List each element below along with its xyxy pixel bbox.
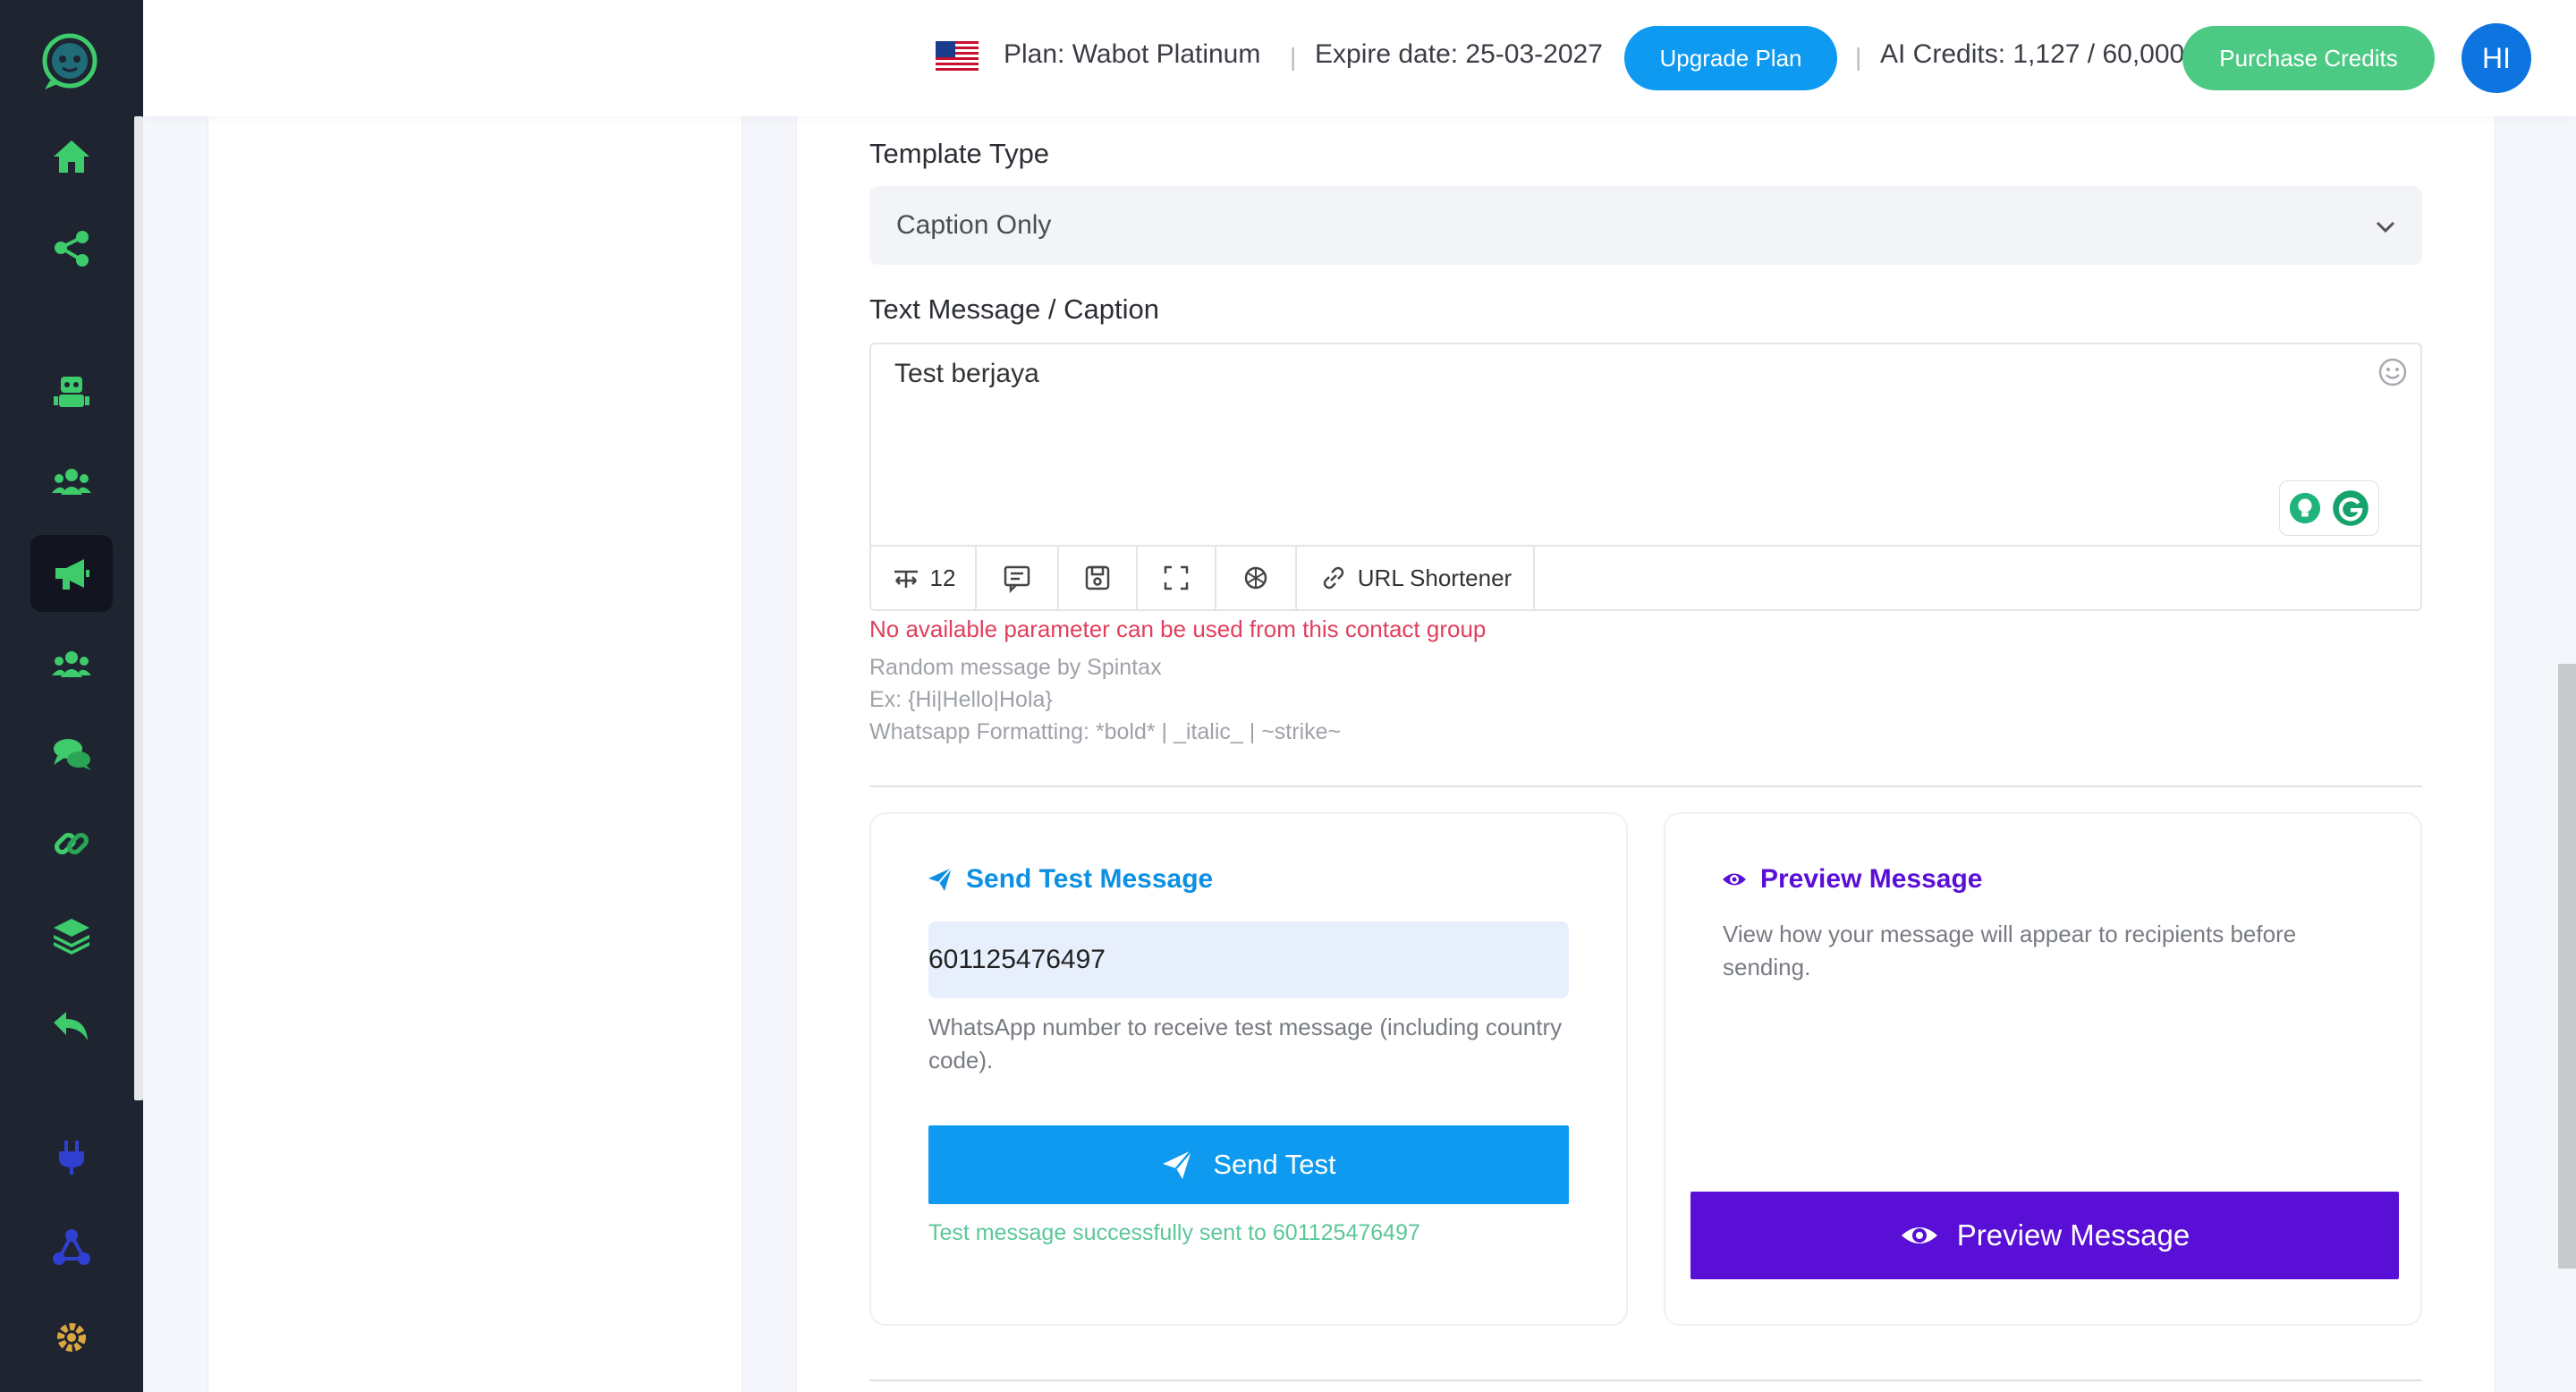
upgrade-plan-button[interactable]: Upgrade Plan (1624, 26, 1837, 90)
paper-plane-icon (928, 867, 953, 891)
comment-icon (1004, 565, 1030, 593)
layers-icon (54, 919, 89, 955)
ai-credits-label: AI Credits: 1,127 / 60,000 (1880, 39, 2185, 69)
sidebar-item-network[interactable] (30, 1210, 113, 1286)
fullscreen-tool-button[interactable] (1138, 547, 1216, 609)
sidebar-item-integrations[interactable] (30, 1118, 113, 1195)
character-counter[interactable]: 12 (871, 547, 977, 609)
chat-icon (54, 739, 91, 770)
sidebar-scrollbar[interactable] (134, 116, 143, 1100)
save-icon (1085, 565, 1110, 590)
eye-icon (1723, 873, 1746, 886)
sidebar-item-share[interactable] (30, 209, 113, 286)
parameter-error-text: No available parameter can be used from … (869, 615, 1487, 642)
left-panel (208, 81, 742, 1392)
send-test-button[interactable]: Send Test (928, 1125, 1569, 1204)
sidebar-item-links[interactable] (30, 805, 113, 882)
sidebar-item-home[interactable] (30, 118, 113, 195)
spintax-hint: Random message by Spintax (869, 655, 1162, 680)
fullscreen-icon (1164, 565, 1189, 590)
sidebar-item-chat[interactable] (30, 716, 113, 793)
spacing-icon (894, 570, 918, 588)
sidebar (0, 0, 143, 1392)
caption-textarea[interactable]: Test berjaya 12 URL Shortener (869, 343, 2422, 611)
home-icon (54, 140, 89, 173)
header-separator: | (1290, 43, 1297, 71)
megaphone-icon (55, 559, 89, 590)
counter-value: 12 (929, 564, 956, 591)
user-avatar[interactable]: HI (2462, 23, 2531, 93)
network-icon (53, 1229, 90, 1265)
lightbulb-icon (2290, 492, 2321, 524)
share-icon (55, 231, 89, 267)
users-icon (52, 469, 91, 495)
contacts-icon (52, 651, 91, 677)
test-phone-help: WhatsApp number to receive test message … (928, 1014, 1563, 1074)
link-icon (1323, 566, 1343, 590)
spintax-example: Ex: {Hi|Hello|Hola} (869, 687, 1053, 712)
ai-tool-button[interactable] (1216, 547, 1297, 609)
test-phone-value: 601125476497 (928, 945, 1106, 974)
preview-title: Preview Message (1721, 864, 1982, 895)
purchase-credits-button[interactable]: Purchase Credits (2182, 26, 2435, 90)
send-test-card: Send Test Message 601125476497 WhatsApp … (869, 812, 1628, 1326)
robot-icon (54, 377, 89, 407)
sidebar-item-autoreply[interactable] (30, 988, 113, 1065)
us-flag-icon[interactable] (936, 41, 979, 73)
grammarly-widget[interactable] (2279, 480, 2379, 536)
sidebar-item-templates[interactable] (30, 896, 113, 973)
save-tool-button[interactable] (1059, 547, 1138, 609)
url-shortener-label: URL Shortener (1357, 564, 1513, 591)
emoji-icon[interactable] (2377, 357, 2408, 387)
grammarly-icon (2332, 490, 2368, 526)
preview-description: View how your message will appear to rec… (1723, 921, 2297, 980)
chevron-down-icon (2376, 221, 2395, 233)
url-shortener-button[interactable]: URL Shortener (1297, 547, 1535, 609)
top-header: Plan: Wabot Platinum | Expire date: 25-0… (143, 0, 2576, 116)
eye-icon (1901, 1227, 1937, 1243)
page-scrollbar[interactable] (2558, 664, 2576, 1269)
preview-message-button[interactable]: Preview Message (1690, 1192, 2399, 1279)
send-success-text: Test message successfully sent to 601125… (928, 1220, 1420, 1245)
comment-tool-button[interactable] (977, 547, 1059, 609)
sidebar-item-bots[interactable] (30, 352, 113, 429)
sidebar-item-broadcast[interactable] (30, 535, 113, 612)
caption-toolbar: 12 URL Shortener (871, 545, 2420, 609)
section-divider (869, 1379, 2422, 1381)
plug-icon (59, 1141, 84, 1175)
template-type-value: Caption Only (896, 210, 1052, 240)
template-type-label: Template Type (869, 138, 1050, 169)
test-phone-input[interactable]: 601125476497 (928, 921, 1569, 998)
sidebar-item-contacts[interactable] (30, 626, 113, 703)
gear-icon (57, 1323, 86, 1352)
caption-text: Test berjaya (894, 359, 1039, 388)
template-type-select[interactable]: Caption Only (869, 186, 2422, 265)
paper-plane-icon (1163, 1150, 1193, 1179)
plan-label: Plan: Wabot Platinum (1004, 39, 1261, 69)
expire-date-label: Expire date: 25-03-2027 (1315, 39, 1603, 69)
sidebar-item-users[interactable] (30, 444, 113, 521)
sidebar-item-settings[interactable] (30, 1299, 113, 1376)
section-divider (869, 785, 2422, 787)
caption-label: Text Message / Caption (869, 293, 1159, 325)
link-icon (54, 832, 89, 855)
openai-icon (1244, 566, 1267, 590)
header-separator: | (1855, 43, 1862, 71)
send-test-title: Send Test Message (927, 864, 1213, 895)
preview-card: Preview Message View how your message wi… (1664, 812, 2422, 1326)
app-logo[interactable] (34, 30, 106, 93)
formatting-hint: Whatsapp Formatting: *bold* | _italic_ |… (869, 719, 1342, 744)
reply-icon (54, 1012, 88, 1040)
